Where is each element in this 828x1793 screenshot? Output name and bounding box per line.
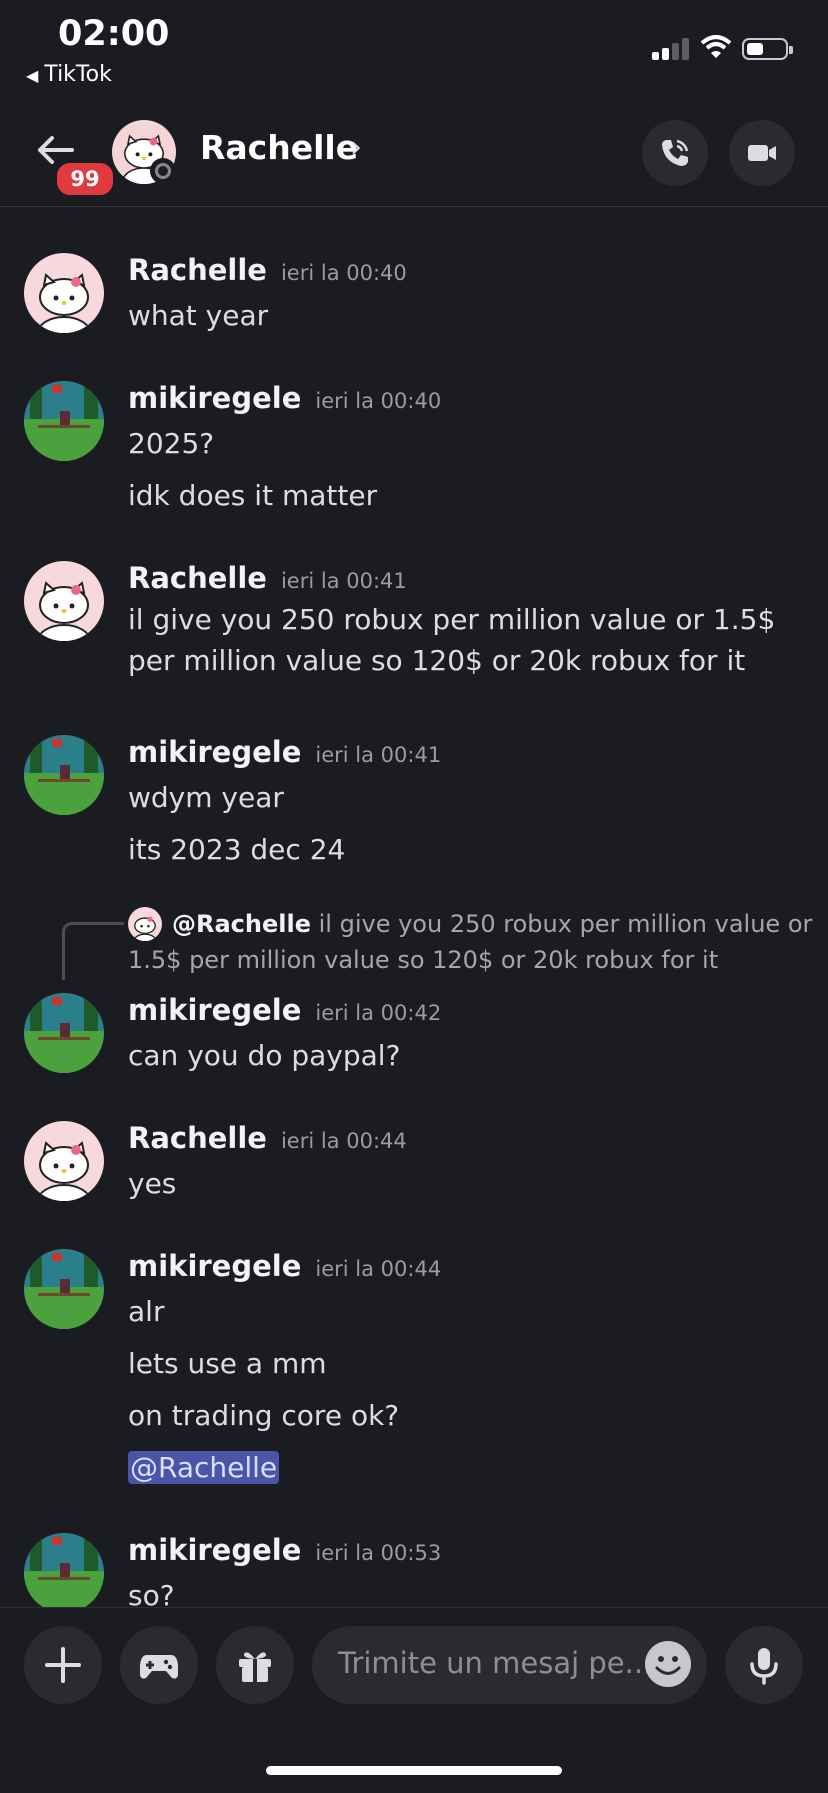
wifi-icon — [700, 35, 732, 58]
offline-status-icon — [150, 158, 176, 184]
status-time: 02:00 — [58, 14, 170, 54]
hello-kitty-icon — [37, 273, 91, 333]
author-avatar[interactable] — [24, 253, 104, 333]
battery-icon — [742, 38, 793, 60]
smiley-face-icon — [655, 1656, 681, 1675]
author-label: mikiregele — [128, 735, 302, 769]
author-name[interactable]: mikiregele ieri la 00:44 — [128, 1249, 441, 1283]
timestamp: ieri la 00:40 — [280, 261, 407, 285]
author-avatar[interactable] — [24, 993, 104, 1073]
author-label: Rachelle — [128, 253, 267, 287]
gift-icon — [239, 1652, 271, 1682]
hello-kitty-icon — [37, 1141, 91, 1201]
microphone-icon — [750, 1648, 778, 1685]
message-text: 2025? — [128, 427, 215, 460]
video-camera-icon — [748, 145, 776, 161]
timestamp: ieri la 00:40 — [315, 389, 442, 413]
voice-message-button[interactable] — [725, 1626, 803, 1704]
author-label: mikiregele — [128, 1249, 302, 1283]
timestamp: ieri la 00:41 — [315, 743, 442, 767]
author-label: Rachelle — [128, 561, 267, 595]
game-avatar-icon — [24, 381, 104, 461]
author-name[interactable]: Rachelle ieri la 00:44 — [128, 1121, 407, 1155]
timestamp: ieri la 00:42 — [315, 1001, 442, 1025]
message-text: so? — [128, 1579, 175, 1607]
status-bar: 02:00 ◀ TikTok — [0, 0, 828, 100]
author-label: Rachelle — [128, 1121, 267, 1155]
author-label: mikiregele — [128, 381, 302, 415]
message-input-placeholder: Trimite un mesaj pe... — [338, 1646, 653, 1680]
author-label: mikiregele — [128, 993, 302, 1027]
message-input[interactable]: Trimite un mesaj pe... — [312, 1626, 707, 1704]
author-name[interactable]: Rachelle ieri la 00:41 — [128, 561, 407, 595]
game-avatar-icon — [24, 735, 104, 815]
back-to-app-link[interactable]: ◀ TikTok — [26, 62, 112, 87]
author-avatar[interactable] — [24, 561, 104, 641]
mention-line: @Rachelle — [128, 1451, 280, 1484]
message-text: alr — [128, 1295, 165, 1328]
timestamp: ieri la 00:44 — [315, 1257, 442, 1281]
game-avatar-icon — [24, 993, 104, 1073]
message-text: what year — [128, 299, 269, 332]
gift-button[interactable] — [216, 1626, 294, 1704]
back-triangle-icon: ◀ — [26, 66, 39, 85]
chevron-right-icon[interactable]: › — [350, 130, 362, 165]
timestamp: ieri la 00:44 — [280, 1129, 407, 1153]
user-mention[interactable]: @Rachelle — [128, 1451, 280, 1484]
add-attachment-button[interactable] — [24, 1626, 102, 1704]
unread-badge: 99 — [54, 160, 116, 198]
author-avatar[interactable] — [24, 381, 104, 461]
message-text: on trading core ok? — [128, 1399, 400, 1432]
cell-signal-icon — [652, 36, 692, 60]
game-avatar-icon — [24, 1533, 104, 1607]
contact-name[interactable]: Rachelle — [200, 128, 358, 167]
message-text: its 2023 dec 24 — [128, 833, 346, 866]
emoji-icon[interactable] — [645, 1641, 691, 1687]
author-label: mikiregele — [128, 1533, 302, 1567]
author-name[interactable]: mikiregele ieri la 00:40 — [128, 381, 441, 415]
message-text: can you do paypal? — [128, 1039, 401, 1072]
message-text: il give you 250 robux per million value … — [128, 603, 776, 677]
author-name[interactable]: mikiregele ieri la 00:53 — [128, 1533, 441, 1567]
reply-author: @Rachelle — [172, 910, 311, 938]
home-indicator[interactable] — [266, 1766, 562, 1775]
author-avatar[interactable] — [24, 1249, 104, 1329]
message-list[interactable]: Rachelle ieri la 00:40 what year mikirege… — [0, 207, 828, 1607]
gamepad-icon — [140, 1655, 178, 1679]
message-text: yes — [128, 1167, 177, 1200]
plus-icon — [45, 1647, 81, 1683]
message-text: wdym year — [128, 781, 284, 814]
hello-kitty-icon — [37, 581, 91, 641]
timestamp: ieri la 00:53 — [315, 1541, 442, 1565]
author-avatar[interactable] — [24, 1533, 104, 1607]
message-text: lets use a mm — [128, 1347, 327, 1380]
author-name[interactable]: Rachelle ieri la 00:40 — [128, 253, 407, 287]
message-text: idk does it matter — [128, 479, 378, 512]
timestamp: ieri la 00:41 — [280, 569, 407, 593]
phone-icon — [662, 139, 689, 166]
voice-call-button[interactable] — [642, 120, 708, 186]
reply-connector — [62, 922, 124, 980]
author-avatar[interactable] — [24, 1121, 104, 1201]
chat-header: 99 Rachelle › — [0, 100, 828, 207]
author-name[interactable]: mikiregele ieri la 00:41 — [128, 735, 441, 769]
back-app-label: TikTok — [44, 62, 112, 87]
video-call-button[interactable] — [729, 120, 795, 186]
reply-preview[interactable]: @Rachelle il give you 250 robux per mill… — [128, 906, 818, 978]
author-name[interactable]: mikiregele ieri la 00:42 — [128, 993, 441, 1027]
game-avatar-icon — [24, 1249, 104, 1329]
author-avatar[interactable] — [24, 735, 104, 815]
activities-button[interactable] — [120, 1626, 198, 1704]
